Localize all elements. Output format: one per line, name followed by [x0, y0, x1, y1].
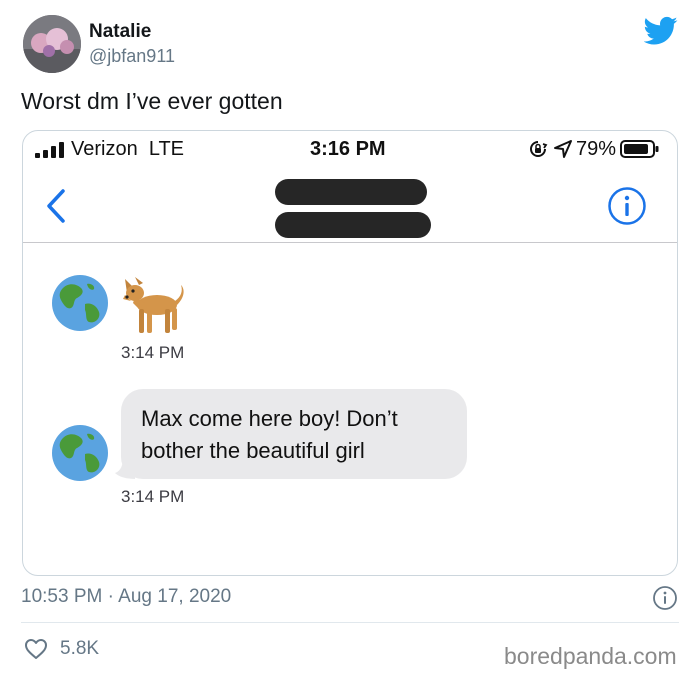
heart-icon[interactable] — [24, 638, 48, 660]
info-icon[interactable] — [607, 186, 647, 226]
tweet-text: Worst dm I’ve ever gotten — [21, 88, 283, 114]
redacted-contact-name — [275, 179, 427, 205]
info-icon[interactable] — [652, 585, 678, 611]
tweet: Natalie @jbfan911 Worst dm I’ve ever got… — [0, 0, 700, 677]
twitter-bird-icon[interactable] — [644, 16, 678, 46]
message-time: 3:14 PM — [121, 343, 185, 362]
battery-icon — [620, 140, 659, 158]
embedded-screenshot[interactable]: Verizon LTE 3:16 PM 79% 3:14 PM Max come… — [22, 130, 678, 576]
carrier-label: Verizon LTE — [71, 138, 185, 160]
watermark: boredpanda.com — [504, 643, 677, 669]
chevron-left-icon[interactable] — [45, 188, 67, 224]
tweet-timestamp[interactable]: 10:53 PM · Aug 17, 2020 — [21, 586, 231, 608]
redacted-contact-detail — [275, 212, 431, 238]
message-bubble[interactable]: Max come here boy! Don’t bother the beau… — [121, 389, 467, 479]
conversation-header — [23, 169, 677, 243]
globe-icon[interactable] — [51, 274, 109, 332]
globe-icon[interactable] — [51, 424, 109, 482]
location-arrow-icon — [554, 140, 572, 158]
user-name[interactable]: Natalie — [89, 21, 151, 43]
status-right: 79% — [528, 137, 660, 161]
user-handle[interactable]: @jbfan911 — [89, 46, 175, 67]
like-count[interactable]: 5.8K — [60, 638, 99, 660]
status-bar: Verizon LTE 3:16 PM 79% — [23, 131, 677, 169]
status-time: 3:16 PM — [310, 138, 386, 160]
message-time: 3:14 PM — [121, 487, 185, 506]
orientation-lock-icon — [530, 141, 548, 157]
battery-percent: 79% — [576, 137, 617, 160]
dog-icon — [123, 277, 184, 333]
divider — [21, 622, 679, 623]
avatar[interactable] — [23, 15, 81, 73]
signal-icon — [35, 142, 64, 158]
